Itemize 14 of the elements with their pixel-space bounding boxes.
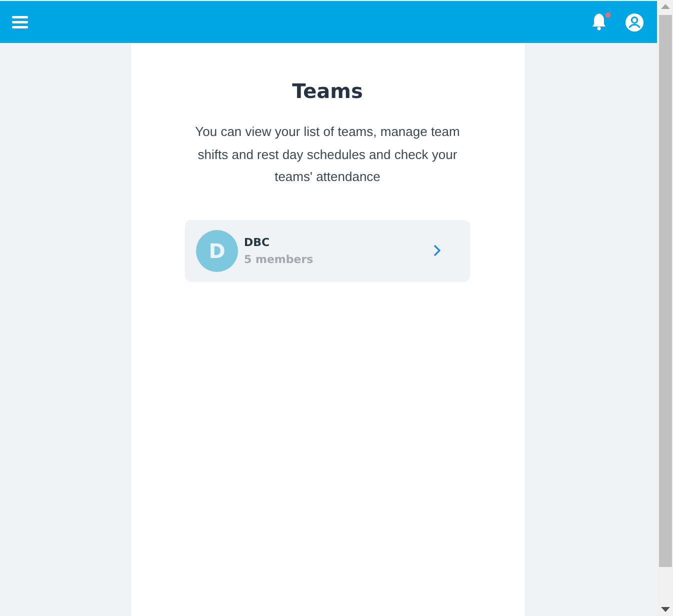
- scroll-up-icon[interactable]: [660, 4, 670, 9]
- scrollbar-thumb[interactable]: [658, 15, 672, 567]
- scrollbar[interactable]: [657, 0, 673, 616]
- menu-icon[interactable]: [12, 15, 28, 29]
- user-icon[interactable]: [625, 12, 644, 32]
- team-name: DBC: [244, 236, 271, 248]
- member-count: 5 members: [244, 252, 314, 266]
- bell-icon[interactable]: [590, 12, 612, 32]
- chevron-right-icon[interactable]: [433, 244, 441, 257]
- team-card[interactable]: D DBC 5 members: [185, 220, 470, 282]
- page-title: Teams: [292, 79, 363, 103]
- scroll-down-icon[interactable]: [660, 607, 670, 612]
- page-description: You can view your list of teams, manage team shifts and rest day schedules and check your teams' attendance: [194, 123, 461, 186]
- team-avatar: D: [196, 230, 238, 272]
